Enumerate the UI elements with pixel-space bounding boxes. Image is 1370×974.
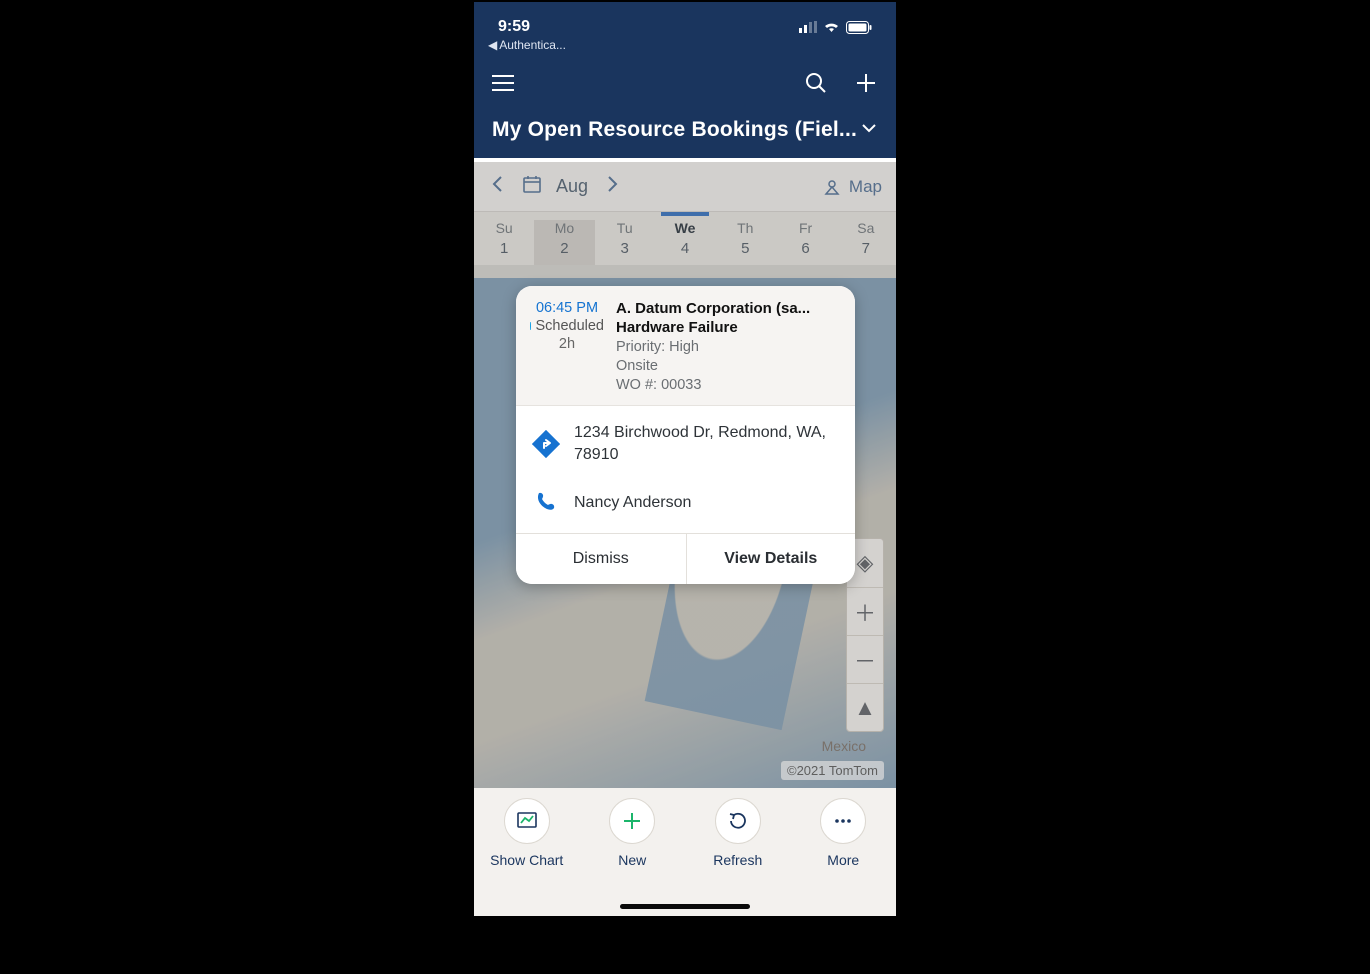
back-to-app[interactable]: ◀ Authentica... — [474, 38, 896, 60]
nav-row — [474, 60, 896, 110]
more-icon — [820, 798, 866, 844]
booking-location-type: Onsite — [616, 358, 841, 374]
view-details-button[interactable]: View Details — [686, 534, 856, 584]
bottom-toolbar: Show Chart New Refresh More — [474, 788, 896, 916]
booking-wo: WO #: 00033 — [616, 377, 841, 393]
zoom-in[interactable]: ＋ — [847, 587, 883, 635]
day-we[interactable]: We4 — [655, 220, 715, 265]
map-country-label: Mexico — [822, 738, 866, 754]
view-title: My Open Resource Bookings (Fiel... — [492, 118, 857, 142]
signal-icon — [799, 21, 817, 33]
day-fr[interactable]: Fr6 — [775, 220, 835, 265]
directions-row[interactable]: 1234 Birchwood Dr, Redmond, WA, 78910 — [516, 410, 855, 477]
toolbar-label: Show Chart — [482, 852, 572, 868]
map-attribution: ©2021 TomTom — [781, 761, 884, 780]
booking-card: 06:45 PM Scheduled 2h A. Datum Corporati… — [516, 286, 855, 584]
plus-icon — [609, 798, 655, 844]
zoom-out[interactable]: － — [847, 635, 883, 683]
back-caret-icon: ◀ — [488, 38, 497, 52]
toolbar-more[interactable]: More — [798, 798, 888, 868]
menu-button[interactable] — [492, 75, 514, 91]
refresh-icon — [715, 798, 761, 844]
chart-icon — [504, 798, 550, 844]
phone-frame: 9:59 ◀ Authentica... My Open Resource Bo… — [474, 2, 896, 916]
back-app-label: Authentica... — [499, 38, 566, 52]
toolbar-label: More — [798, 852, 888, 868]
month-label: Aug — [556, 176, 588, 197]
chevron-down-icon — [860, 119, 878, 142]
map-toggle-label: Map — [849, 177, 882, 197]
booking-priority: Priority: High — [616, 339, 841, 355]
toolbar-refresh[interactable]: Refresh — [693, 798, 783, 868]
day-mo[interactable]: Mo2 — [534, 220, 594, 265]
toolbar-new[interactable]: New — [587, 798, 677, 868]
contact-row[interactable]: Nancy Anderson — [516, 477, 855, 529]
dismiss-button[interactable]: Dismiss — [516, 534, 686, 584]
day-su[interactable]: Su1 — [474, 220, 534, 265]
next-arrow-icon[interactable] — [602, 174, 622, 200]
app-header: 9:59 ◀ Authentica... My Open Resource Bo… — [474, 2, 896, 158]
phone-icon — [532, 489, 560, 517]
week-row: Su1 Mo2 Tu3 We4 Th5 Fr6 Sa7 — [474, 212, 896, 265]
booking-contact: Nancy Anderson — [574, 492, 691, 514]
card-actions: Dismiss View Details — [516, 533, 855, 584]
calendar-nav: Aug Map — [474, 162, 896, 212]
home-indicator — [620, 904, 750, 909]
view-title-row[interactable]: My Open Resource Bookings (Fiel... — [474, 110, 896, 158]
battery-icon — [846, 21, 872, 34]
toolbar-label: New — [587, 852, 677, 868]
wifi-icon — [823, 21, 840, 33]
content-area: Aug Map Su1 Mo2 Tu3 We4 Th5 Fr6 Sa7 ◈ ＋ — [474, 162, 896, 788]
add-icon[interactable] — [854, 71, 878, 95]
directions-icon — [532, 430, 560, 458]
status-time: 9:59 — [498, 18, 530, 36]
status-bar: 9:59 — [474, 16, 896, 38]
booking-time: 06:45 PM — [530, 300, 604, 316]
booking-issue: Hardware Failure — [616, 319, 841, 336]
day-tu[interactable]: Tu3 — [595, 220, 655, 265]
calendar-icon[interactable] — [522, 174, 542, 199]
status-indicators — [799, 21, 872, 34]
toolbar-show-chart[interactable]: Show Chart — [482, 798, 572, 868]
day-th[interactable]: Th5 — [715, 220, 775, 265]
booking-account: A. Datum Corporation (sa... — [616, 300, 841, 317]
day-sa[interactable]: Sa7 — [836, 220, 896, 265]
booking-summary[interactable]: 06:45 PM Scheduled 2h A. Datum Corporati… — [516, 286, 855, 406]
search-icon[interactable] — [804, 71, 828, 95]
booking-status: Scheduled — [535, 318, 604, 334]
toolbar-label: Refresh — [693, 852, 783, 868]
map-pin-icon — [823, 178, 841, 196]
booking-duration: 2h — [530, 336, 604, 352]
prev-arrow-icon[interactable] — [488, 174, 508, 200]
booking-address: 1234 Birchwood Dr, Redmond, WA, 78910 — [574, 422, 839, 465]
map-toggle[interactable]: Map — [823, 177, 882, 197]
zoom-tilt[interactable]: ▲ — [847, 683, 883, 731]
